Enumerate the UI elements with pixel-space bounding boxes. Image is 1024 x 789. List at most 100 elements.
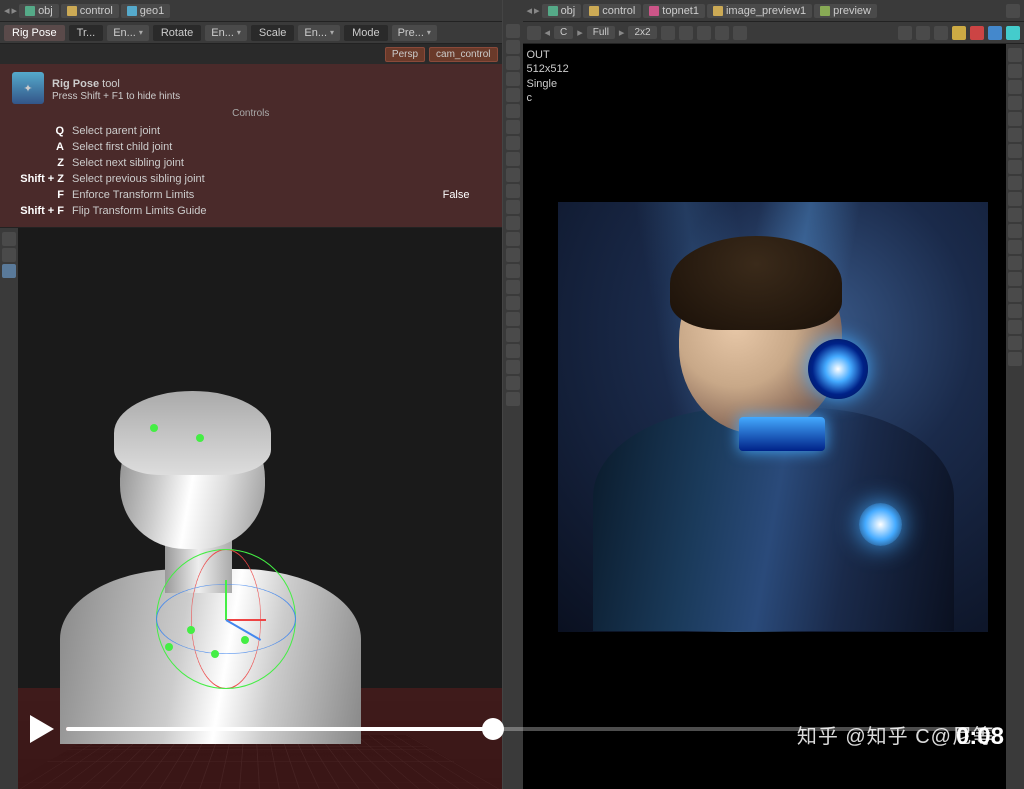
tool-icon[interactable] <box>934 26 948 40</box>
rail-btn[interactable] <box>1008 64 1022 78</box>
tool-icon[interactable] <box>1006 26 1020 40</box>
rail-btn[interactable] <box>506 40 520 54</box>
rail-btn[interactable] <box>1008 176 1022 190</box>
gizmo-axis-x[interactable] <box>226 619 266 621</box>
cam-control-button[interactable]: cam_control <box>429 47 497 62</box>
tab-translate[interactable]: Tr... <box>69 25 104 41</box>
rail-btn[interactable] <box>1008 224 1022 238</box>
dropdown-3[interactable]: En... <box>298 25 340 41</box>
rail-btn[interactable] <box>1008 96 1022 110</box>
rail-btn[interactable] <box>1008 256 1022 270</box>
rail-btn[interactable] <box>506 232 520 246</box>
back-icon[interactable]: ◂ <box>4 4 10 17</box>
rail-btn[interactable] <box>1008 48 1022 62</box>
crumb-image-preview[interactable]: image_preview1 <box>707 4 812 18</box>
next-icon[interactable]: ▸ <box>619 26 625 39</box>
persp-button[interactable]: Persp <box>385 47 425 62</box>
crumb-control[interactable]: control <box>583 4 641 18</box>
rail-btn[interactable] <box>2 232 16 246</box>
crumb-preview[interactable]: preview <box>814 4 877 18</box>
c-button[interactable]: C <box>554 26 573 39</box>
grid-button[interactable]: 2x2 <box>628 26 656 39</box>
rail-btn[interactable] <box>506 120 520 134</box>
rail-btn[interactable] <box>506 296 520 310</box>
tab-rotate[interactable]: Rotate <box>153 25 201 41</box>
rail-btn[interactable] <box>506 360 520 374</box>
crumb-obj[interactable]: obj <box>542 4 582 18</box>
rail-btn[interactable] <box>506 248 520 262</box>
rail-btn[interactable] <box>1008 240 1022 254</box>
rail-btn[interactable] <box>1008 304 1022 318</box>
preview-viewport[interactable]: OUT 512x512 Single c <box>523 44 1024 789</box>
tab-mode[interactable]: Mode <box>344 25 388 41</box>
dropdown-pre[interactable]: Pre... <box>392 25 437 41</box>
crumb-geo1[interactable]: geo1 <box>121 4 170 18</box>
rail-btn[interactable] <box>506 392 520 406</box>
rail-btn[interactable] <box>1008 320 1022 334</box>
home-icon[interactable] <box>527 26 541 40</box>
tool-icon[interactable] <box>898 26 912 40</box>
rail-btn[interactable] <box>1008 144 1022 158</box>
joint-marker[interactable] <box>187 626 195 634</box>
rail-btn[interactable] <box>1008 336 1022 350</box>
tool-icon[interactable] <box>679 26 693 40</box>
dropdown-2[interactable]: En... <box>205 25 247 41</box>
rail-btn[interactable] <box>506 344 520 358</box>
rail-btn[interactable] <box>506 312 520 326</box>
prev-icon[interactable]: ◂ <box>545 26 551 39</box>
dropdown-1[interactable]: En... <box>107 25 149 41</box>
rotation-gizmo[interactable] <box>156 549 296 689</box>
rail-btn[interactable] <box>506 136 520 150</box>
play-button[interactable] <box>30 715 54 743</box>
rail-btn[interactable] <box>506 104 520 118</box>
warning-icon[interactable] <box>952 26 966 40</box>
rail-btn[interactable] <box>506 264 520 278</box>
rail-btn[interactable] <box>506 24 520 38</box>
forward-icon[interactable]: ▸ <box>12 4 18 17</box>
next-icon[interactable]: ▸ <box>577 26 583 39</box>
crumb-control[interactable]: control <box>61 4 119 18</box>
full-button[interactable]: Full <box>587 26 615 39</box>
forward-icon[interactable]: ▸ <box>534 4 540 17</box>
magnet-icon[interactable] <box>970 26 984 40</box>
rail-btn[interactable] <box>1008 352 1022 366</box>
joint-marker[interactable] <box>211 650 219 658</box>
tool-icon[interactable] <box>715 26 729 40</box>
rail-btn[interactable] <box>1008 160 1022 174</box>
rail-btn[interactable] <box>506 376 520 390</box>
rail-btn[interactable] <box>506 152 520 166</box>
rail-btn[interactable] <box>1008 112 1022 126</box>
rail-btn[interactable] <box>506 168 520 182</box>
rail-btn[interactable] <box>2 248 16 262</box>
crumb-obj[interactable]: obj <box>19 4 59 18</box>
back-icon[interactable]: ◂ <box>527 4 533 17</box>
info-icon[interactable] <box>733 26 747 40</box>
rail-btn[interactable] <box>506 280 520 294</box>
rail-btn[interactable] <box>506 56 520 70</box>
tab-rig-pose[interactable]: Rig Pose <box>4 25 65 41</box>
rail-btn[interactable] <box>506 200 520 214</box>
rail-btn[interactable] <box>1008 192 1022 206</box>
tool-icon[interactable] <box>988 26 1002 40</box>
hint-a: ASelect first child joint <box>12 139 490 155</box>
tab-scale[interactable]: Scale <box>251 25 295 41</box>
panel-menu-icon[interactable] <box>1006 4 1020 18</box>
rail-btn[interactable] <box>506 328 520 342</box>
rail-btn[interactable] <box>506 184 520 198</box>
rail-btn[interactable] <box>506 88 520 102</box>
rail-btn[interactable] <box>1008 80 1022 94</box>
tool-icon[interactable] <box>661 26 675 40</box>
rail-btn[interactable] <box>1008 128 1022 142</box>
tool-icon[interactable] <box>697 26 711 40</box>
rail-btn[interactable] <box>506 72 520 86</box>
tool-icon[interactable] <box>916 26 930 40</box>
character-bust[interactable] <box>60 408 361 745</box>
left-viewport[interactable] <box>0 228 502 789</box>
rail-btn[interactable] <box>1008 208 1022 222</box>
rail-btn[interactable] <box>2 264 16 278</box>
rail-btn[interactable] <box>506 216 520 230</box>
crumb-topnet1[interactable]: topnet1 <box>643 4 705 18</box>
rail-btn[interactable] <box>1008 288 1022 302</box>
rail-btn[interactable] <box>1008 272 1022 286</box>
progress-thumb[interactable] <box>482 718 504 740</box>
